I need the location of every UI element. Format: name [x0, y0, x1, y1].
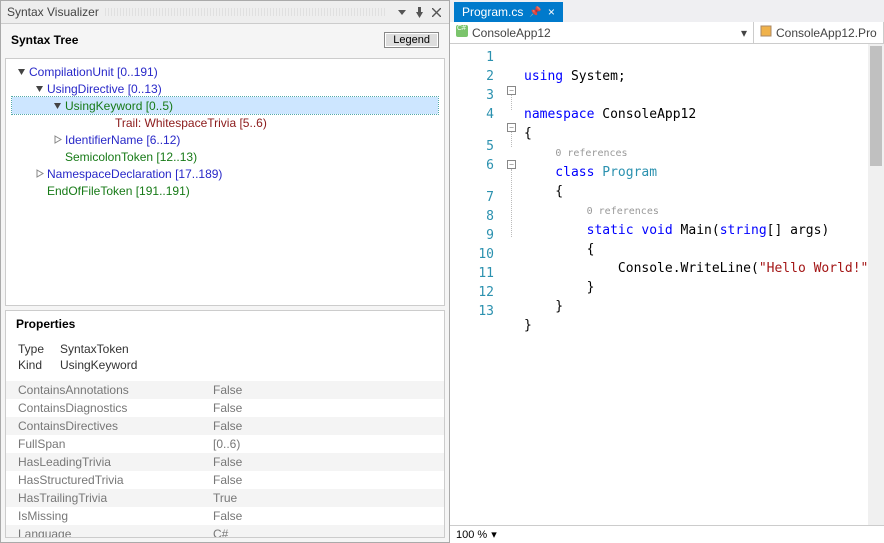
property-row[interactable]: LanguageC#: [6, 525, 444, 537]
tree-node-label: EndOfFileToken [191..191): [47, 184, 190, 198]
nav-class-dropdown[interactable]: ConsoleApp12.Pro: [754, 22, 884, 43]
tree-node[interactable]: EndOfFileToken [191..191): [12, 182, 438, 199]
prop-kind-label: Kind: [18, 358, 60, 372]
properties-grid[interactable]: ContainsAnnotationsFalseContainsDiagnost…: [6, 381, 444, 537]
close-icon[interactable]: [429, 5, 443, 19]
property-row[interactable]: ContainsDirectivesFalse: [6, 417, 444, 435]
tree-node[interactable]: UsingKeyword [0..5): [12, 97, 438, 114]
property-key: ContainsDiagnostics: [18, 401, 213, 415]
caret-down-icon[interactable]: [34, 83, 45, 94]
properties-summary: TypeSyntaxToken KindUsingKeyword: [6, 337, 444, 381]
property-row[interactable]: ContainsAnnotationsFalse: [6, 381, 444, 399]
panel-grip[interactable]: [105, 8, 386, 16]
property-key: HasStructuredTrivia: [18, 473, 213, 487]
tree-section-title: Syntax Tree: [11, 33, 78, 47]
caret-right-icon[interactable]: [34, 168, 45, 179]
tree-node[interactable]: IdentifierName [6..12): [12, 131, 438, 148]
fold-column[interactable]: − − −: [504, 44, 520, 237]
property-key: ContainsDirectives: [18, 419, 213, 433]
editor-scrollbar[interactable]: [868, 44, 884, 525]
tree-node-label: UsingKeyword [0..5): [65, 99, 173, 113]
syntax-visualizer-panel: Syntax Visualizer Syntax Tree Legend Com…: [0, 0, 450, 543]
pin-tab-icon[interactable]: 📌: [529, 7, 541, 18]
document-tab-label: Program.cs: [462, 5, 523, 19]
property-value: False: [213, 473, 242, 487]
tree-node-label: IdentifierName [6..12): [65, 133, 180, 147]
property-row[interactable]: ContainsDiagnosticsFalse: [6, 399, 444, 417]
tree-node[interactable]: CompilationUnit [0..191): [12, 63, 438, 80]
property-key: IsMissing: [18, 509, 213, 523]
prop-type-value: SyntaxToken: [60, 342, 129, 356]
property-value: C#: [213, 527, 228, 537]
tree-node[interactable]: UsingDirective [0..13): [12, 80, 438, 97]
code-content[interactable]: using System; namespace ConsoleApp12 { 0…: [524, 48, 884, 335]
property-key: ContainsAnnotations: [18, 383, 213, 397]
zoom-control[interactable]: 100 % ▾: [450, 525, 884, 543]
tree-node-label: SemicolonToken [12..13): [65, 150, 197, 164]
tree-node-label: UsingDirective [0..13): [47, 82, 162, 96]
caret-none: [34, 185, 45, 196]
property-key: HasTrailingTrivia: [18, 491, 213, 505]
tree-node-label: NamespaceDeclaration [17..189): [47, 167, 222, 181]
tree-node[interactable]: Trail: WhitespaceTrivia [5..6): [12, 114, 438, 131]
tree-node[interactable]: SemicolonToken [12..13): [12, 148, 438, 165]
property-value: [0..6): [213, 437, 240, 451]
line-number-gutter: 12345678910111213: [450, 44, 504, 321]
caret-none: [52, 151, 63, 162]
property-key: FullSpan: [18, 437, 213, 451]
tree-section-header: Syntax Tree Legend: [1, 24, 449, 56]
legend-button[interactable]: Legend: [384, 32, 439, 48]
fold-toggle[interactable]: −: [507, 86, 516, 95]
panel-titlebar: Syntax Visualizer: [1, 1, 449, 24]
fold-toggle[interactable]: −: [507, 160, 516, 169]
chevron-down-icon: ▾: [741, 26, 747, 40]
panel-title: Syntax Visualizer: [7, 5, 99, 19]
editor-panel: Program.cs 📌 × ConsoleApp12 ▾ ConsoleApp…: [450, 0, 884, 543]
tree-node-label: CompilationUnit [0..191): [29, 65, 158, 79]
dropdown-icon[interactable]: [395, 5, 409, 19]
property-row[interactable]: HasTrailingTriviaTrue: [6, 489, 444, 507]
prop-kind-value: UsingKeyword: [60, 358, 137, 372]
property-row[interactable]: HasStructuredTriviaFalse: [6, 471, 444, 489]
codelens-refs[interactable]: 0 references: [555, 148, 627, 159]
property-value: False: [213, 509, 242, 523]
fold-toggle[interactable]: −: [507, 123, 516, 132]
properties-pane: Properties TypeSyntaxToken KindUsingKeyw…: [5, 310, 445, 538]
nav-project-dropdown[interactable]: ConsoleApp12 ▾: [450, 22, 754, 43]
code-editor[interactable]: 12345678910111213 − − − using System; na…: [450, 44, 884, 525]
close-tab-icon[interactable]: ×: [548, 5, 555, 19]
caret-down-icon[interactable]: [16, 66, 27, 77]
property-value: False: [213, 419, 242, 433]
property-row[interactable]: HasLeadingTriviaFalse: [6, 453, 444, 471]
caret-down-icon[interactable]: [52, 100, 63, 111]
property-value: False: [213, 401, 242, 415]
chevron-down-icon: ▾: [491, 528, 497, 541]
property-value: False: [213, 455, 242, 469]
property-row[interactable]: IsMissingFalse: [6, 507, 444, 525]
document-tab[interactable]: Program.cs 📌 ×: [454, 2, 563, 22]
class-icon: [760, 25, 772, 37]
caret-right-icon[interactable]: [52, 134, 63, 145]
property-value: False: [213, 383, 242, 397]
csharp-project-icon: [456, 25, 468, 37]
syntax-tree[interactable]: CompilationUnit [0..191) UsingDirective […: [5, 58, 445, 306]
property-key: Language: [18, 527, 213, 537]
property-value: True: [213, 491, 237, 505]
prop-type-label: Type: [18, 342, 60, 356]
document-tab-bar: Program.cs 📌 ×: [450, 0, 884, 22]
property-key: HasLeadingTrivia: [18, 455, 213, 469]
nav-dropdown-bar: ConsoleApp12 ▾ ConsoleApp12.Pro: [450, 22, 884, 44]
caret-none: [102, 117, 113, 128]
tree-node[interactable]: NamespaceDeclaration [17..189): [12, 165, 438, 182]
property-row[interactable]: FullSpan[0..6): [6, 435, 444, 453]
properties-header: Properties: [6, 311, 444, 337]
codelens-refs[interactable]: 0 references: [587, 206, 659, 217]
pin-icon[interactable]: [412, 5, 426, 19]
tree-node-label: Trail: WhitespaceTrivia [5..6): [115, 116, 267, 130]
